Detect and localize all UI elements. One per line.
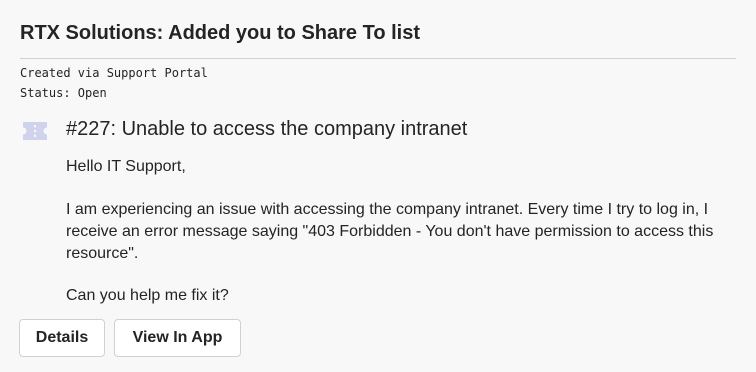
- details-button[interactable]: Details: [19, 319, 105, 357]
- created-via-text: Created via Support Portal: [20, 66, 208, 80]
- ticket-title: #227: Unable to access the company intra…: [66, 118, 468, 140]
- ticket-greeting: Hello IT Support,: [66, 158, 186, 175]
- card-title: RTX Solutions: Added you to Share To lis…: [20, 22, 420, 44]
- ticket-icon: [23, 122, 47, 140]
- status-text: Status: Open: [20, 86, 107, 100]
- view-in-app-button[interactable]: View In App: [114, 319, 241, 357]
- ticket-question: Can you help me fix it?: [66, 287, 229, 304]
- divider: [20, 58, 736, 59]
- notification-card: RTX Solutions: Added you to Share To lis…: [0, 0, 756, 372]
- ticket-message: I am experiencing an issue with accessin…: [66, 201, 714, 262]
